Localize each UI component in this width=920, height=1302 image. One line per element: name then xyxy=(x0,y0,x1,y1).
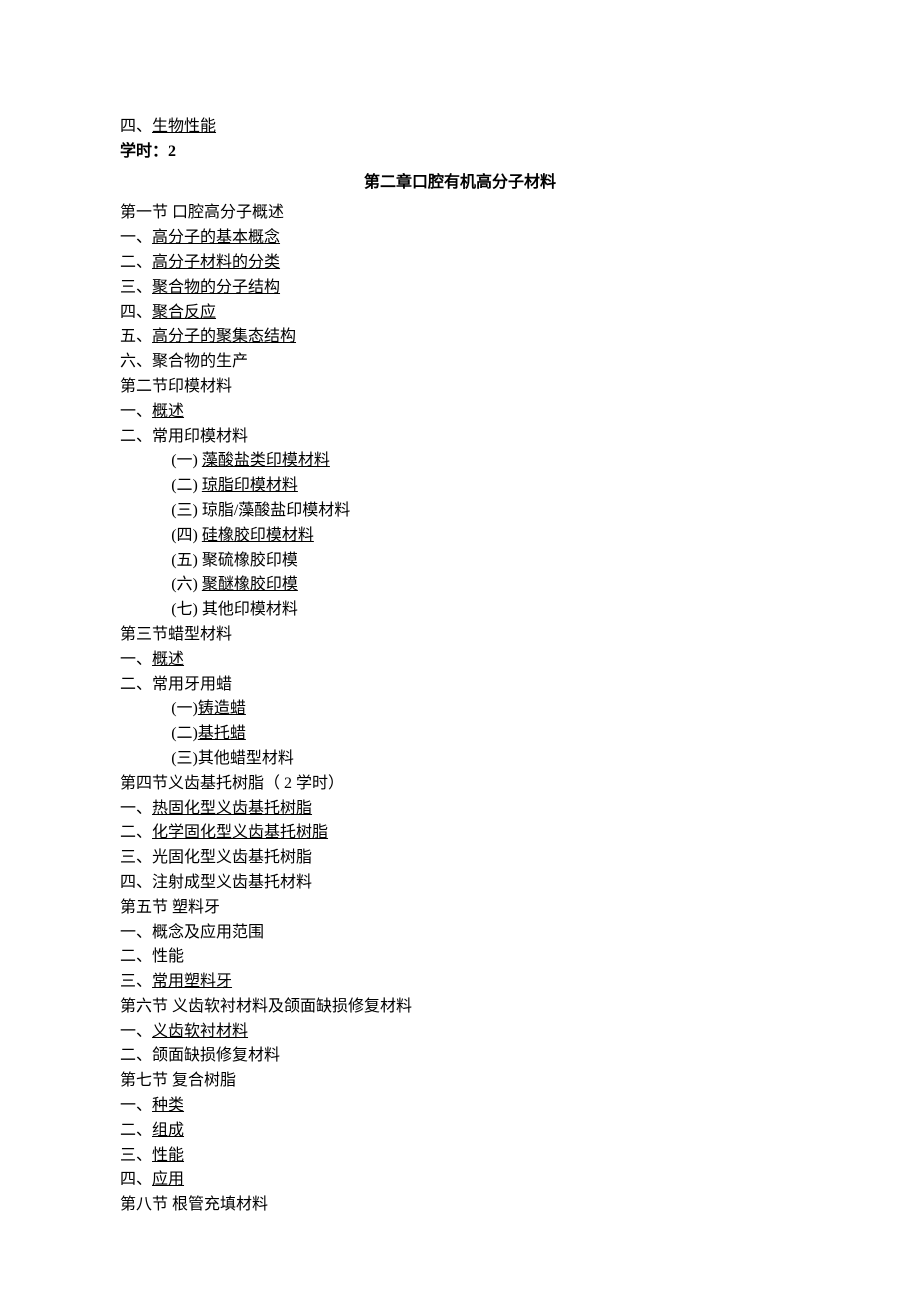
prefix: (二) xyxy=(171,477,202,494)
s6-item-2: 二、颌面缺损修复材料 xyxy=(120,1044,800,1069)
link-text[interactable]: 概述 xyxy=(152,403,184,420)
s2-sub-2: (二) 琼脂印模材料 xyxy=(120,474,800,499)
prefix: (二) xyxy=(171,725,198,742)
prefix: 五、 xyxy=(120,328,152,345)
prefix: (四) xyxy=(171,527,202,544)
prefix: 一、 xyxy=(120,1097,152,1114)
s7-item-3: 三、性能 xyxy=(120,1144,800,1169)
link-text[interactable]: 化学固化型义齿基托树脂 xyxy=(152,824,328,841)
link-text[interactable]: 基托蜡 xyxy=(198,725,246,742)
link-text[interactable]: 聚合物的分子结构 xyxy=(152,279,280,296)
prefix: 二、 xyxy=(120,1122,152,1139)
section-4-header: 第四节义齿基托树脂（ 2 学时） xyxy=(120,772,800,797)
s1-item-2: 二、高分子材料的分类 xyxy=(120,251,800,276)
prefix: 一、 xyxy=(120,651,152,668)
link-text[interactable]: 聚醚橡胶印模 xyxy=(202,576,298,593)
section-7-header: 第七节 复合树脂 xyxy=(120,1069,800,1094)
link-text[interactable]: 义齿软衬材料 xyxy=(152,1023,248,1040)
s3-item-2: 二、常用牙用蜡 xyxy=(120,673,800,698)
s4-item-3: 三、光固化型义齿基托树脂 xyxy=(120,846,800,871)
s2-item-1: 一、概述 xyxy=(120,400,800,425)
prefix: 四、 xyxy=(120,1171,152,1188)
class-hours: 学时：2 xyxy=(120,140,800,165)
section-3-header: 第三节蜡型材料 xyxy=(120,623,800,648)
s4-item-2: 二、化学固化型义齿基托树脂 xyxy=(120,821,800,846)
s1-item-5: 五、高分子的聚集态结构 xyxy=(120,325,800,350)
section-1-header: 第一节 口腔高分子概述 xyxy=(120,201,800,226)
s1-item-4: 四、聚合反应 xyxy=(120,301,800,326)
link-text[interactable]: 概述 xyxy=(152,651,184,668)
link-text[interactable]: 藻酸盐类印模材料 xyxy=(202,452,330,469)
link-text[interactable]: 高分子的基本概念 xyxy=(152,229,280,246)
link-text[interactable]: 硅橡胶印模材料 xyxy=(202,527,314,544)
prefix: (六) xyxy=(171,576,202,593)
link-text[interactable]: 聚合反应 xyxy=(152,304,216,321)
s3-sub-3: (三)其他蜡型材料 xyxy=(120,747,800,772)
link-text[interactable]: 热固化型义齿基托树脂 xyxy=(152,800,312,817)
hours-value: 2 xyxy=(168,143,176,160)
s1-item-6: 六、聚合物的生产 xyxy=(120,350,800,375)
s2-item-2: 二、常用印模材料 xyxy=(120,425,800,450)
s5-item-1: 一、概念及应用范围 xyxy=(120,921,800,946)
prefix: (一) xyxy=(171,452,202,469)
link-text[interactable]: 铸造蜡 xyxy=(198,700,246,717)
prefix: 四、 xyxy=(120,304,152,321)
link-text[interactable]: 应用 xyxy=(152,1171,184,1188)
prelude-item-4: 四、生物性能 xyxy=(120,115,800,140)
s4-item-4: 四、注射成型义齿基托材料 xyxy=(120,871,800,896)
prefix: 三、 xyxy=(120,279,152,296)
s7-item-1: 一、种类 xyxy=(120,1094,800,1119)
prefix: 一、 xyxy=(120,1023,152,1040)
section-8-header: 第八节 根管充填材料 xyxy=(120,1193,800,1218)
s1-item-3: 三、聚合物的分子结构 xyxy=(120,276,800,301)
s2-sub-4: (四) 硅橡胶印模材料 xyxy=(120,524,800,549)
s5-item-2: 二、性能 xyxy=(120,945,800,970)
link-text[interactable]: 常用塑料牙 xyxy=(152,973,232,990)
s2-sub-5: (五) 聚硫橡胶印模 xyxy=(120,549,800,574)
prefix: (一) xyxy=(171,700,198,717)
s3-item-1: 一、概述 xyxy=(120,648,800,673)
s3-sub-2: (二)基托蜡 xyxy=(120,722,800,747)
hours-label: 学时： xyxy=(120,143,168,160)
prefix: 一、 xyxy=(120,403,152,420)
s2-sub-3: (三) 琼脂/藻酸盐印模材料 xyxy=(120,499,800,524)
s7-item-2: 二、组成 xyxy=(120,1119,800,1144)
prefix: 三、 xyxy=(120,973,152,990)
s7-item-4: 四、应用 xyxy=(120,1168,800,1193)
s6-item-1: 一、义齿软衬材料 xyxy=(120,1020,800,1045)
s2-sub-6: (六) 聚醚橡胶印模 xyxy=(120,573,800,598)
prefix: 一、 xyxy=(120,800,152,817)
section-6-header: 第六节 义齿软衬材料及颌面缺损修复材料 xyxy=(120,995,800,1020)
prefix: 二、 xyxy=(120,824,152,841)
prefix: 二、 xyxy=(120,254,152,271)
s2-sub-1: (一) 藻酸盐类印模材料 xyxy=(120,449,800,474)
section-2-header: 第二节印模材料 xyxy=(120,375,800,400)
prefix: 一、 xyxy=(120,229,152,246)
link-text[interactable]: 生物性能 xyxy=(152,118,216,135)
chapter-2-title: 第二章口腔有机高分子材料 xyxy=(120,171,800,196)
link-text[interactable]: 性能 xyxy=(152,1147,184,1164)
section-5-header: 第五节 塑料牙 xyxy=(120,896,800,921)
s1-item-1: 一、高分子的基本概念 xyxy=(120,226,800,251)
prefix: 三、 xyxy=(120,1147,152,1164)
link-text[interactable]: 琼脂印模材料 xyxy=(202,477,298,494)
link-text[interactable]: 高分子的聚集态结构 xyxy=(152,328,296,345)
s5-item-3: 三、常用塑料牙 xyxy=(120,970,800,995)
link-text[interactable]: 组成 xyxy=(152,1122,184,1139)
s4-item-1: 一、热固化型义齿基托树脂 xyxy=(120,797,800,822)
s2-sub-7: (七) 其他印模材料 xyxy=(120,598,800,623)
s3-sub-1: (一)铸造蜡 xyxy=(120,697,800,722)
link-text[interactable]: 种类 xyxy=(152,1097,184,1114)
prefix: 四、 xyxy=(120,118,152,135)
link-text[interactable]: 高分子材料的分类 xyxy=(152,254,280,271)
